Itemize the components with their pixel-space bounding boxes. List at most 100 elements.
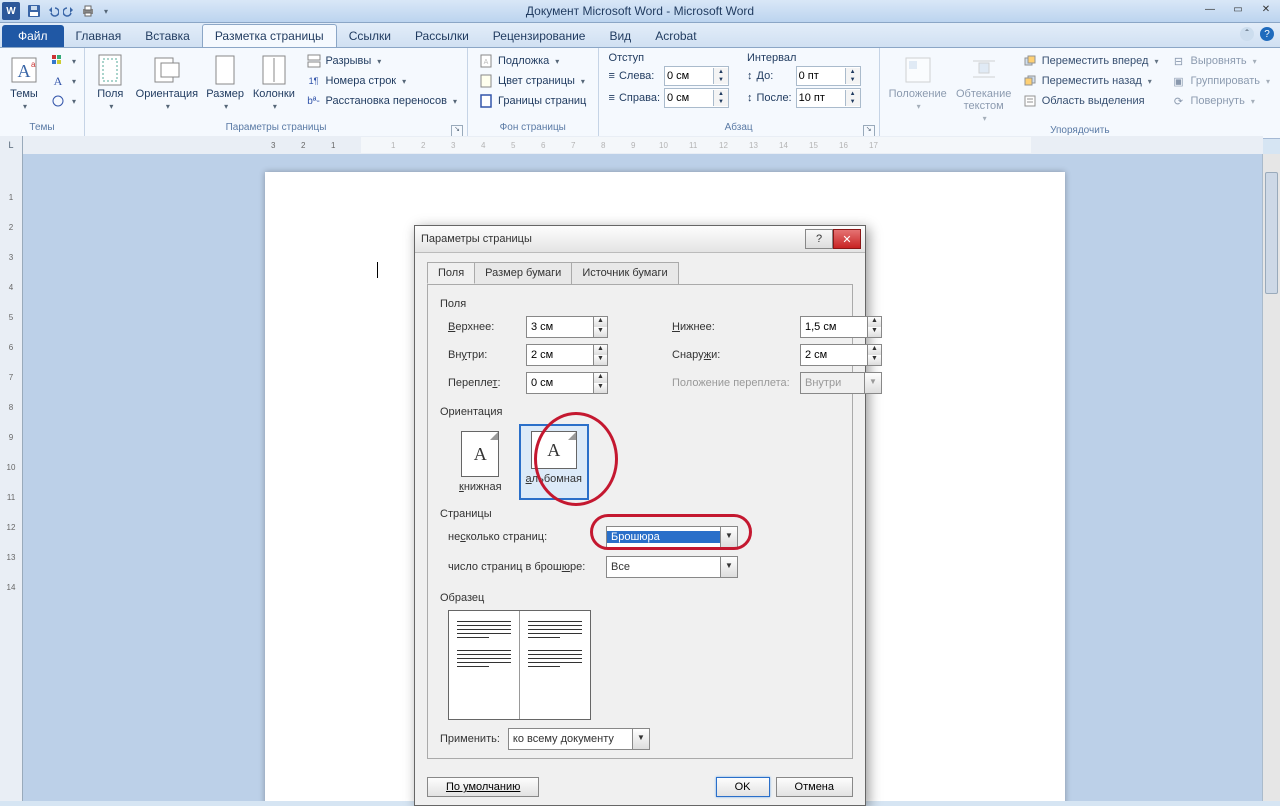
top-margin-input[interactable]: ▲▼	[526, 316, 608, 338]
selection-pane-button[interactable]: Область выделения	[1018, 92, 1163, 110]
svg-text:5: 5	[9, 313, 14, 322]
vertical-ruler[interactable]: 12345 678910 11121314	[0, 154, 23, 801]
horizontal-ruler[interactable]: 321 12345 678910 1112131415 1617	[23, 136, 1263, 154]
apply-to-select[interactable]: ко всему документу▼	[508, 728, 650, 750]
indent-right-icon: ≡	[609, 92, 615, 104]
orientation-portrait[interactable]: A книжная	[452, 424, 509, 500]
qat-customize-icon[interactable]: ▾	[98, 3, 114, 19]
breaks-button[interactable]: Разрывы▾	[302, 52, 462, 70]
multi-pages-label: несколько страниц:	[448, 531, 598, 543]
undo-icon[interactable]	[44, 3, 60, 19]
spacing-before-input[interactable]: ▲▼	[796, 66, 861, 86]
gutter-pos-label: Положение переплета:	[672, 377, 792, 389]
page-setup-dialog: Параметры страницы ? ✕ Поля Размер бумаг…	[414, 225, 866, 806]
text-cursor	[377, 262, 378, 278]
quick-access-toolbar: W ▾	[0, 2, 114, 20]
outside-margin-label: Снаружи:	[672, 349, 792, 361]
close-button[interactable]: ✕	[1252, 0, 1280, 18]
spacing-head: Интервал	[747, 52, 861, 66]
spacing-after-icon: ↕	[747, 92, 753, 104]
outside-margin-input[interactable]: ▲▼	[800, 344, 882, 366]
cancel-button[interactable]: Отмена	[776, 777, 853, 797]
margins-section-title: Поля	[440, 298, 840, 310]
gutter-input[interactable]: ▲▼	[526, 372, 608, 394]
size-button[interactable]: Размер▾	[204, 52, 246, 113]
redo-icon[interactable]	[62, 3, 78, 19]
save-icon[interactable]	[26, 3, 42, 19]
svg-text:2: 2	[9, 223, 14, 232]
tab-mailings[interactable]: Рассылки	[403, 25, 481, 47]
help-icon[interactable]: ?	[1260, 27, 1274, 41]
sheets-select[interactable]: Все▼	[606, 556, 738, 578]
indent-left-icon: ≡	[609, 70, 615, 82]
tab-insert[interactable]: Вставка	[133, 25, 202, 47]
indent-right-input[interactable]: ▲▼	[664, 88, 729, 108]
group-pagesetup-label: Параметры страницы	[226, 122, 327, 133]
page-borders-button[interactable]: Границы страниц	[474, 92, 590, 110]
window-title: Документ Microsoft Word - Microsoft Word	[0, 4, 1280, 18]
send-backward-button[interactable]: Переместить назад▾	[1018, 72, 1163, 90]
theme-effects-button[interactable]: ▾	[46, 92, 80, 110]
svg-text:4: 4	[9, 283, 14, 292]
minimize-button[interactable]: —	[1196, 0, 1224, 18]
vertical-scrollbar[interactable]	[1262, 154, 1280, 801]
watermark-button[interactable]: AПодложка▾	[474, 52, 590, 70]
maximize-button[interactable]: ▭	[1224, 0, 1252, 18]
wrap-text-button[interactable]: Обтекание текстом▾	[954, 52, 1014, 125]
titlebar: W ▾ Документ Microsoft Word - Microsoft …	[0, 0, 1280, 23]
svg-text:14: 14	[7, 583, 16, 592]
tab-file[interactable]: Файл	[2, 25, 64, 47]
margins-button[interactable]: Поля▾	[91, 52, 130, 113]
dialog-close-button[interactable]: ✕	[833, 229, 861, 249]
svg-text:1: 1	[9, 193, 14, 202]
tab-home[interactable]: Главная	[64, 25, 134, 47]
apply-to-label: Применить:	[440, 733, 500, 745]
dialog-help-button[interactable]: ?	[805, 229, 833, 249]
dialog-tab-source[interactable]: Источник бумаги	[571, 262, 678, 284]
orientation-button[interactable]: Ориентация▾	[134, 52, 200, 113]
bring-forward-button[interactable]: Переместить вперед▾	[1018, 52, 1163, 70]
themes-button[interactable]: Aa Темы▾	[6, 52, 42, 113]
tab-references[interactable]: Ссылки	[337, 25, 403, 47]
line-numbers-button[interactable]: 1¶Номера строк▾	[302, 72, 462, 90]
minimize-ribbon-icon[interactable]: ˆ	[1240, 27, 1254, 41]
dialog-tab-margins[interactable]: Поля	[427, 262, 475, 284]
svg-text:a: a	[31, 60, 36, 69]
preview-box	[448, 610, 591, 720]
sheets-label: число страниц в брошюре:	[448, 561, 598, 573]
hyphenation-button[interactable]: bª-Расстановка переносов▾	[302, 92, 462, 110]
ribbon: Aa Темы▾ ▾ A▾ ▾ Темы Поля▾ Ориентация▾ Р…	[0, 48, 1280, 139]
dialog-tab-paper[interactable]: Размер бумаги	[474, 262, 572, 284]
svg-text:8: 8	[9, 403, 14, 412]
tab-view[interactable]: Вид	[597, 25, 643, 47]
spacing-after-input[interactable]: ▲▼	[796, 88, 861, 108]
bottom-margin-label: Нижнее:	[672, 321, 792, 333]
ruler-corner: L	[0, 136, 23, 154]
indent-left-input[interactable]: ▲▼	[664, 66, 729, 86]
bottom-margin-input[interactable]: ▲▼	[800, 316, 882, 338]
orientation-landscape[interactable]: A альбомная	[519, 424, 589, 500]
tab-acrobat[interactable]: Acrobat	[643, 25, 708, 47]
print-icon[interactable]	[80, 3, 96, 19]
align-button[interactable]: ⊟Выровнять▾	[1166, 52, 1274, 70]
group-objects-button[interactable]: ▣Группировать▾	[1166, 72, 1274, 90]
window-buttons: — ▭ ✕	[1196, 0, 1280, 18]
theme-fonts-button[interactable]: A▾	[46, 72, 80, 90]
tab-page-layout[interactable]: Разметка страницы	[202, 24, 337, 47]
rotate-button[interactable]: ⟳Повернуть▾	[1166, 92, 1274, 110]
group-paragraph-label: Абзац	[725, 122, 753, 133]
default-button[interactable]: По умолчанию	[427, 777, 539, 797]
position-button[interactable]: Положение▾	[886, 52, 950, 113]
inside-margin-input[interactable]: ▲▼	[526, 344, 608, 366]
word-icon: W	[2, 2, 20, 20]
ok-button[interactable]: OK	[716, 777, 770, 797]
multi-pages-select[interactable]: Брошюра▼	[606, 526, 738, 548]
theme-colors-button[interactable]: ▾	[46, 52, 80, 70]
dialog-tabs: Поля Размер бумаги Источник бумаги	[427, 262, 853, 285]
columns-button[interactable]: Колонки▾	[250, 52, 297, 113]
svg-text:13: 13	[7, 553, 16, 562]
tab-review[interactable]: Рецензирование	[481, 25, 598, 47]
page-color-button[interactable]: Цвет страницы▾	[474, 72, 590, 90]
ribbon-tabs: Файл Главная Вставка Разметка страницы С…	[0, 23, 1280, 48]
pages-section-title: Страницы	[440, 508, 840, 520]
